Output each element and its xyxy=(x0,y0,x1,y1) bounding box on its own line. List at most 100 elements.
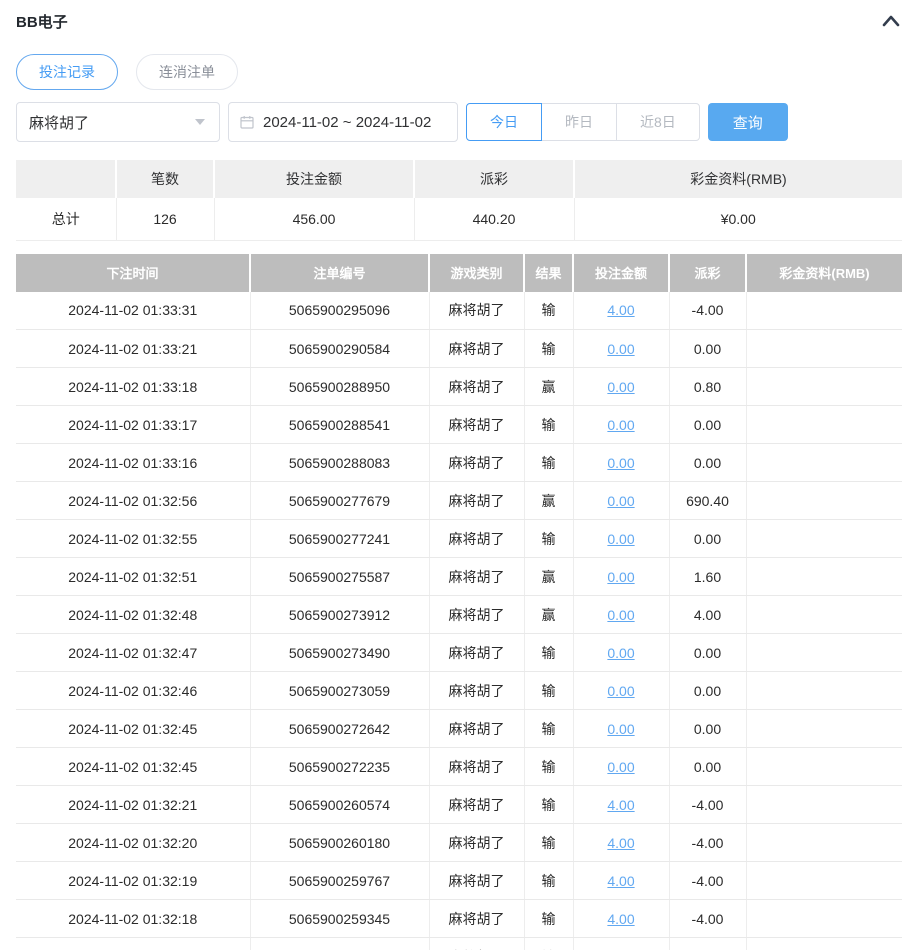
bonus-cell xyxy=(746,748,902,786)
result-cell: 输 xyxy=(524,900,573,938)
bet-amount-cell: 4.00 xyxy=(573,938,669,950)
bet-amount-link[interactable]: 0.00 xyxy=(607,569,634,585)
panel-header: BB电子 xyxy=(16,10,902,32)
game-type-cell: 麻将胡了 xyxy=(429,938,524,950)
bet-amount-cell: 0.00 xyxy=(573,330,669,368)
col-bonus: 彩金资料(RMB) xyxy=(746,254,902,292)
bet-amount-cell: 0.00 xyxy=(573,406,669,444)
bet-amount-cell: 0.00 xyxy=(573,520,669,558)
quick-date-buttons: 今日昨日近8日 xyxy=(466,103,700,141)
bet-amount-link[interactable]: 4.00 xyxy=(607,873,634,889)
summary-col-bet-amount: 投注金额 xyxy=(214,160,414,198)
payout-cell: 0.00 xyxy=(669,748,746,786)
order-id-cell: 5065900259345 xyxy=(250,900,429,938)
bet-amount-cell: 0.00 xyxy=(573,748,669,786)
col-order-id: 注单编号 xyxy=(250,254,429,292)
quick-button-today[interactable]: 今日 xyxy=(466,103,542,141)
summary-total-row: 总计 126 456.00 440.20 ¥0.00 xyxy=(16,198,902,240)
payout-cell: -4.00 xyxy=(669,900,746,938)
summary-total-label: 总计 xyxy=(16,198,116,240)
bet-amount-link[interactable]: 4.00 xyxy=(607,302,634,318)
table-row: 2024-11-02 01:32:455065900272235麻将胡了输0.0… xyxy=(16,748,902,786)
bonus-cell xyxy=(746,672,902,710)
bet-time-cell: 2024-11-02 01:32:51 xyxy=(16,558,250,596)
bet-amount-link[interactable]: 4.00 xyxy=(607,797,634,813)
result-cell: 输 xyxy=(524,824,573,862)
chevron-down-icon xyxy=(195,119,205,125)
table-header-row: 下注时间 注单编号 游戏类别 结果 投注金额 派彩 彩金资料(RMB) xyxy=(16,254,902,292)
bet-amount-link[interactable]: 0.00 xyxy=(607,645,634,661)
bonus-cell xyxy=(746,406,902,444)
bonus-cell xyxy=(746,520,902,558)
order-id-cell: 5065900273912 xyxy=(250,596,429,634)
summary-count-value: 126 xyxy=(116,198,214,240)
quick-button-yesterday[interactable]: 昨日 xyxy=(541,103,617,141)
bet-amount-link[interactable]: 0.00 xyxy=(607,607,634,623)
bet-amount-link[interactable]: 0.00 xyxy=(607,379,634,395)
result-cell: 输 xyxy=(524,520,573,558)
bet-amount-link[interactable]: 0.00 xyxy=(607,417,634,433)
payout-cell: 1.60 xyxy=(669,558,746,596)
bet-amount-link[interactable]: 0.00 xyxy=(607,759,634,775)
bet-time-cell: 2024-11-02 01:32:56 xyxy=(16,482,250,520)
game-select[interactable]: 麻将胡了 xyxy=(16,102,220,142)
table-row: 2024-11-02 01:32:455065900272642麻将胡了输0.0… xyxy=(16,710,902,748)
order-id-cell: 5065900277679 xyxy=(250,482,429,520)
record-type-tabs: 投注记录连消注单 xyxy=(16,54,902,90)
table-row: 2024-11-02 01:32:555065900277241麻将胡了输0.0… xyxy=(16,520,902,558)
table-row: 2024-11-02 01:32:215065900260574麻将胡了输4.0… xyxy=(16,786,902,824)
calendar-icon xyxy=(239,114,255,130)
game-type-cell: 麻将胡了 xyxy=(429,672,524,710)
bet-amount-link[interactable]: 0.00 xyxy=(607,531,634,547)
bet-time-cell: 2024-11-02 01:32:18 xyxy=(16,900,250,938)
summary-table: 笔数 投注金额 派彩 彩金资料(RMB) 总计 126 456.00 440.2… xyxy=(16,160,902,241)
page-title: BB电子 xyxy=(16,11,68,32)
game-type-cell: 麻将胡了 xyxy=(429,292,524,330)
order-id-cell: 5065900260180 xyxy=(250,824,429,862)
bet-amount-cell: 0.00 xyxy=(573,634,669,672)
table-row: 2024-11-02 01:33:215065900290584麻将胡了输0.0… xyxy=(16,330,902,368)
table-row: 2024-11-02 01:32:565065900277679麻将胡了赢0.0… xyxy=(16,482,902,520)
bet-amount-link[interactable]: 4.00 xyxy=(607,835,634,851)
bet-time-cell: 2024-11-02 01:33:31 xyxy=(16,292,250,330)
game-type-cell: 麻将胡了 xyxy=(429,748,524,786)
bonus-cell xyxy=(746,330,902,368)
game-type-cell: 麻将胡了 xyxy=(429,482,524,520)
table-row: 2024-11-02 01:32:485065900273912麻将胡了赢0.0… xyxy=(16,596,902,634)
bet-time-cell: 2024-11-02 01:32:20 xyxy=(16,824,250,862)
bonus-cell xyxy=(746,596,902,634)
bet-time-cell: 2024-11-02 01:33:16 xyxy=(16,444,250,482)
payout-cell: -4.00 xyxy=(669,862,746,900)
payout-cell: 0.00 xyxy=(669,634,746,672)
bet-amount-cell: 4.00 xyxy=(573,786,669,824)
bonus-cell xyxy=(746,634,902,672)
bet-amount-link[interactable]: 0.00 xyxy=(607,341,634,357)
bet-amount-link[interactable]: 0.00 xyxy=(607,721,634,737)
result-cell: 输 xyxy=(524,444,573,482)
bet-amount-cell: 0.00 xyxy=(573,596,669,634)
bet-amount-link[interactable]: 0.00 xyxy=(607,683,634,699)
search-button[interactable]: 查询 xyxy=(708,103,788,141)
tab-cancelled-orders[interactable]: 连消注单 xyxy=(136,54,238,90)
table-row: 2024-11-02 01:32:145065900258934麻将胡了输4.0… xyxy=(16,938,902,950)
quick-button-last-8-days[interactable]: 近8日 xyxy=(616,103,700,141)
col-bet-amount: 投注金额 xyxy=(573,254,669,292)
tab-bet-records[interactable]: 投注记录 xyxy=(16,54,118,90)
bet-amount-link[interactable]: 0.00 xyxy=(607,455,634,471)
bet-amount-link[interactable]: 0.00 xyxy=(607,493,634,509)
table-row: 2024-11-02 01:33:185065900288950麻将胡了赢0.0… xyxy=(16,368,902,406)
payout-cell: 0.00 xyxy=(669,406,746,444)
order-id-cell: 5065900259767 xyxy=(250,862,429,900)
bet-amount-cell: 0.00 xyxy=(573,482,669,520)
bet-amount-link[interactable]: 4.00 xyxy=(607,911,634,927)
payout-cell: 4.00 xyxy=(669,596,746,634)
collapse-button[interactable] xyxy=(880,10,902,32)
game-type-cell: 麻将胡了 xyxy=(429,634,524,672)
summary-col-count: 笔数 xyxy=(116,160,214,198)
bet-time-cell: 2024-11-02 01:32:45 xyxy=(16,748,250,786)
date-range-input[interactable]: 2024-11-02 ~ 2024-11-02 xyxy=(228,102,458,142)
game-type-cell: 麻将胡了 xyxy=(429,406,524,444)
table-row: 2024-11-02 01:33:165065900288083麻将胡了输0.0… xyxy=(16,444,902,482)
date-range-value: 2024-11-02 ~ 2024-11-02 xyxy=(263,114,431,131)
bet-time-cell: 2024-11-02 01:33:21 xyxy=(16,330,250,368)
